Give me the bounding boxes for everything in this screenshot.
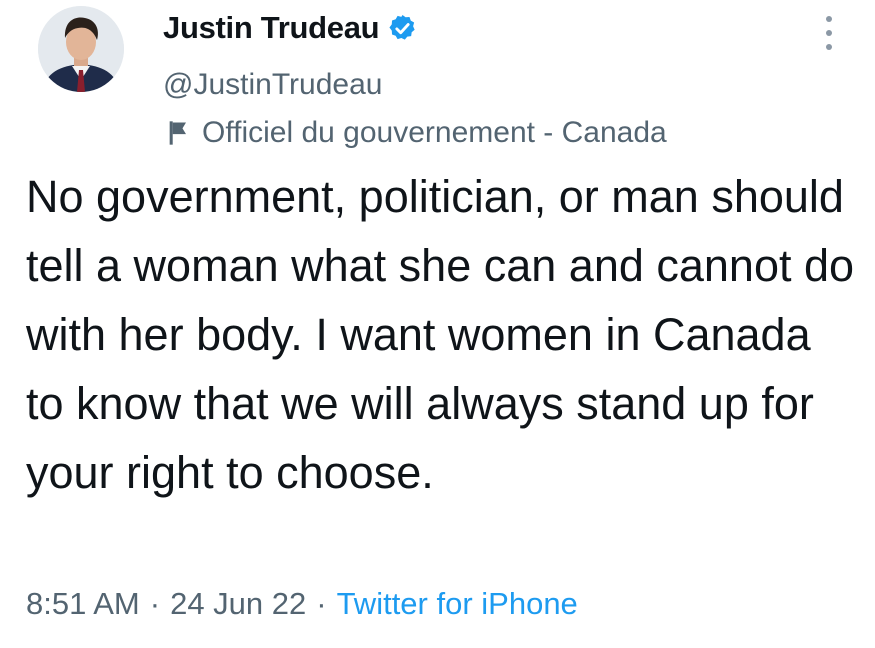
avatar[interactable]: [38, 6, 124, 92]
separator-dot: ·: [316, 586, 327, 621]
government-label: Officiel du gouvernement - Canada: [165, 116, 667, 150]
author-name[interactable]: Justin Trudeau: [163, 10, 380, 46]
government-label-text: Officiel du gouvernement - Canada: [202, 116, 667, 149]
separator-dot: ·: [149, 586, 161, 621]
tweet-time[interactable]: 8:51 AM: [26, 586, 140, 622]
flag-icon: [169, 121, 186, 145]
author-handle[interactable]: @JustinTrudeau: [163, 68, 382, 102]
tweet-text: No government, politician, or man should…: [26, 171, 855, 498]
author-name-row: Justin Trudeau: [163, 10, 418, 46]
tweet-date[interactable]: 24 Jun 22: [170, 586, 306, 622]
verified-badge-icon: [389, 14, 415, 40]
tweet-card: Justin Trudeau @JustinTrudeau Officiel d…: [0, 0, 875, 648]
tweet-metadata: 8:51 AM · 24 Jun 22 · Twitter for iPhone: [26, 586, 578, 622]
tweet-source-link[interactable]: Twitter for iPhone: [337, 586, 578, 622]
more-options-icon[interactable]: [820, 14, 838, 52]
